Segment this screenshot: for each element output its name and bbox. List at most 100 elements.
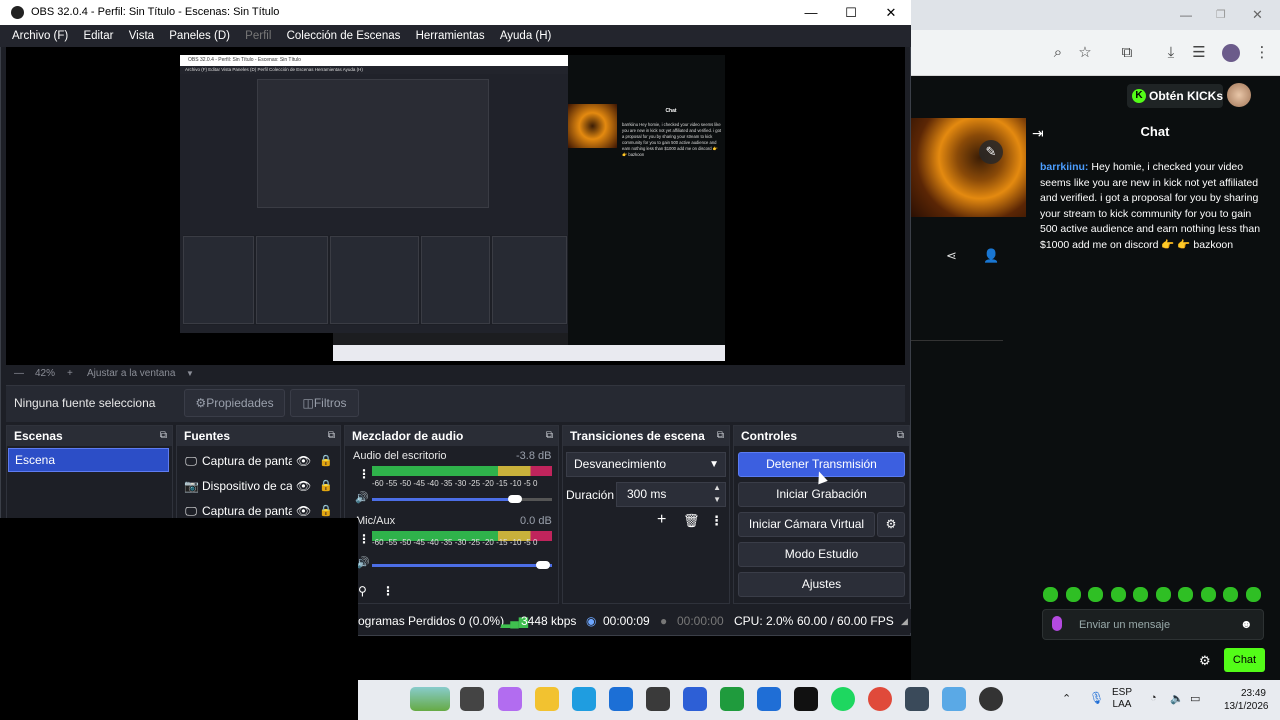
source-item[interactable]: 🖵 Captura de pantalla 👁 🔒 [184,450,334,472]
xbox-icon[interactable] [720,687,744,711]
delete-trash-icon[interactable]: 🗑 [683,513,700,529]
minimize-icon[interactable]: — [1180,8,1192,22]
undock-icon[interactable]: ⧉ [717,426,724,446]
emote-icon[interactable] [1088,587,1103,602]
unity-icon[interactable] [646,687,670,711]
chat-input[interactable]: Enviar un mensaje [1042,609,1264,640]
emoji-icon[interactable]: ☻ [1240,617,1253,631]
undock-icon[interactable]: ⧉ [160,426,167,446]
mixer-menu-dots-icon[interactable]: ⋮ [358,467,370,481]
obs-taskbar-icon[interactable] [979,687,1003,711]
volume-icon[interactable]: 🔈 [1170,692,1184,705]
add-transition-icon[interactable]: + [657,511,666,529]
menu-paneles[interactable]: Paneles (D) [169,30,230,42]
wifi-icon[interactable]: ◔ [1150,692,1157,704]
start-virtual-camera-button[interactable]: Iniciar Cámara Virtual [738,512,875,537]
studio-mode-button[interactable]: Modo Estudio [738,542,905,567]
visibility-eye-icon[interactable]: 👁 [296,450,311,472]
mail-icon[interactable] [757,687,781,711]
language-indicator[interactable]: ESP LAA [1112,687,1132,711]
close-icon[interactable]: ✕ [1252,7,1263,23]
chrome-icon[interactable] [868,687,892,711]
zoom-icon[interactable]: ⌕ [1049,44,1067,62]
store-icon[interactable] [609,687,633,711]
emote-icon[interactable] [1065,587,1081,602]
chat-username[interactable]: barrkiinu: [1040,161,1088,173]
steam-icon[interactable] [905,687,929,711]
epic-games-icon[interactable] [794,687,818,711]
reading-list-icon[interactable]: ☰ [1190,44,1208,62]
chevron-up-icon[interactable]: ⌃ [1062,692,1071,705]
visibility-eye-icon[interactable]: 👁 [296,475,311,497]
menu-ayuda[interactable]: Ayuda (H) [500,30,552,42]
bookmark-star-icon[interactable]: ☆ [1076,44,1094,62]
mixer-link-icon[interactable]: ⚲ [358,584,367,598]
notepad-icon[interactable] [942,687,966,711]
emote-icon[interactable] [1133,587,1148,602]
menu-perfil[interactable]: Perfil [245,30,271,42]
volume-slider[interactable] [372,564,552,567]
menu-herramientas[interactable]: Herramientas [416,30,485,42]
properties-button[interactable]: ⚙Propiedades [184,389,285,417]
zoom-dropdown-icon[interactable]: ▼ [186,365,194,383]
copilot-icon[interactable] [498,687,522,711]
filters-button[interactable]: ◫Filtros [290,389,359,417]
minimize-button[interactable]: — [791,0,831,25]
emote-icon[interactable] [1245,587,1261,602]
source-item[interactable]: 📷Dispositivo de captura 👁 🔒 [184,475,334,497]
transition-select[interactable]: Desvanecimiento ▼ [566,452,726,477]
maximize-button[interactable]: ☐ [831,0,871,25]
clock[interactable]: 23:49 13/1/2026 [1224,687,1269,713]
volume-handle[interactable] [536,561,550,569]
emote-icon[interactable] [1155,587,1171,602]
menu-archivo[interactable]: Archivo (F) [12,30,68,42]
task-view-icon[interactable] [460,687,484,711]
menu-editar[interactable]: Editar [83,30,113,42]
extensions-icon[interactable]: ⧉ [1118,44,1136,62]
scene-item[interactable]: Escena [8,448,169,472]
undock-icon[interactable]: ⧉ [897,426,904,446]
emote-icon[interactable] [1043,587,1058,602]
emote-icon[interactable] [1110,587,1126,602]
emote-bar[interactable] [1043,587,1268,603]
volume-slider[interactable] [372,498,517,501]
download-icon[interactable]: ⤓ [1162,44,1180,62]
pen-app-icon[interactable] [683,687,707,711]
mixer-menu-dots-icon[interactable]: ⋮ [382,584,394,598]
share-icon[interactable]: ⋖ [946,248,957,264]
user-avatar[interactable] [1227,83,1251,107]
profile-avatar-icon[interactable] [1222,44,1240,62]
zoom-in-button[interactable]: + [67,365,73,383]
undock-icon[interactable]: ⧉ [328,426,335,446]
transition-menu-dots-icon[interactable]: ⋮ [710,513,723,529]
speaker-icon[interactable]: 🔊 [355,491,369,504]
zoom-fit-label[interactable]: Ajustar a la ventana [87,365,175,383]
follow-user-icon[interactable]: 👤 [983,248,999,264]
speaker-icon[interactable]: 🔊 [356,556,370,569]
lock-icon[interactable]: 🔒 [319,475,333,497]
file-explorer-icon[interactable] [535,687,559,711]
duration-input[interactable]: 300 ms ▲ ▼ [616,482,726,507]
mic-icon[interactable] [1052,616,1062,631]
resize-grip-icon[interactable]: ◢ [901,609,908,633]
battery-icon[interactable]: ▭ [1190,692,1200,705]
edge-icon[interactable] [572,687,596,711]
edit-pencil-icon[interactable]: ✎ [979,140,1003,164]
zoom-out-button[interactable]: — [14,365,24,383]
spotify-icon[interactable] [831,687,855,711]
emote-icon[interactable] [1178,587,1193,602]
menu-dots-icon[interactable]: ⋮ [1253,44,1271,62]
widget-weather-icon[interactable] [410,687,450,711]
maximize-icon[interactable]: ❐ [1216,8,1226,21]
close-button[interactable]: ✕ [871,0,911,25]
start-recording-button[interactable]: Iniciar Grabación [738,482,905,507]
menu-coleccion[interactable]: Colección de Escenas [287,30,401,42]
microphone-tray-icon[interactable]: 🎙 [1089,691,1104,705]
settings-button[interactable]: Ajustes [738,572,905,597]
emote-icon[interactable] [1200,587,1216,602]
emote-icon[interactable] [1223,587,1238,602]
volume-handle[interactable] [508,495,522,503]
lock-icon[interactable]: 🔒 [319,450,333,472]
virtual-camera-gear-icon[interactable]: ⚙ [877,512,905,537]
undock-icon[interactable]: ⧉ [546,426,553,446]
